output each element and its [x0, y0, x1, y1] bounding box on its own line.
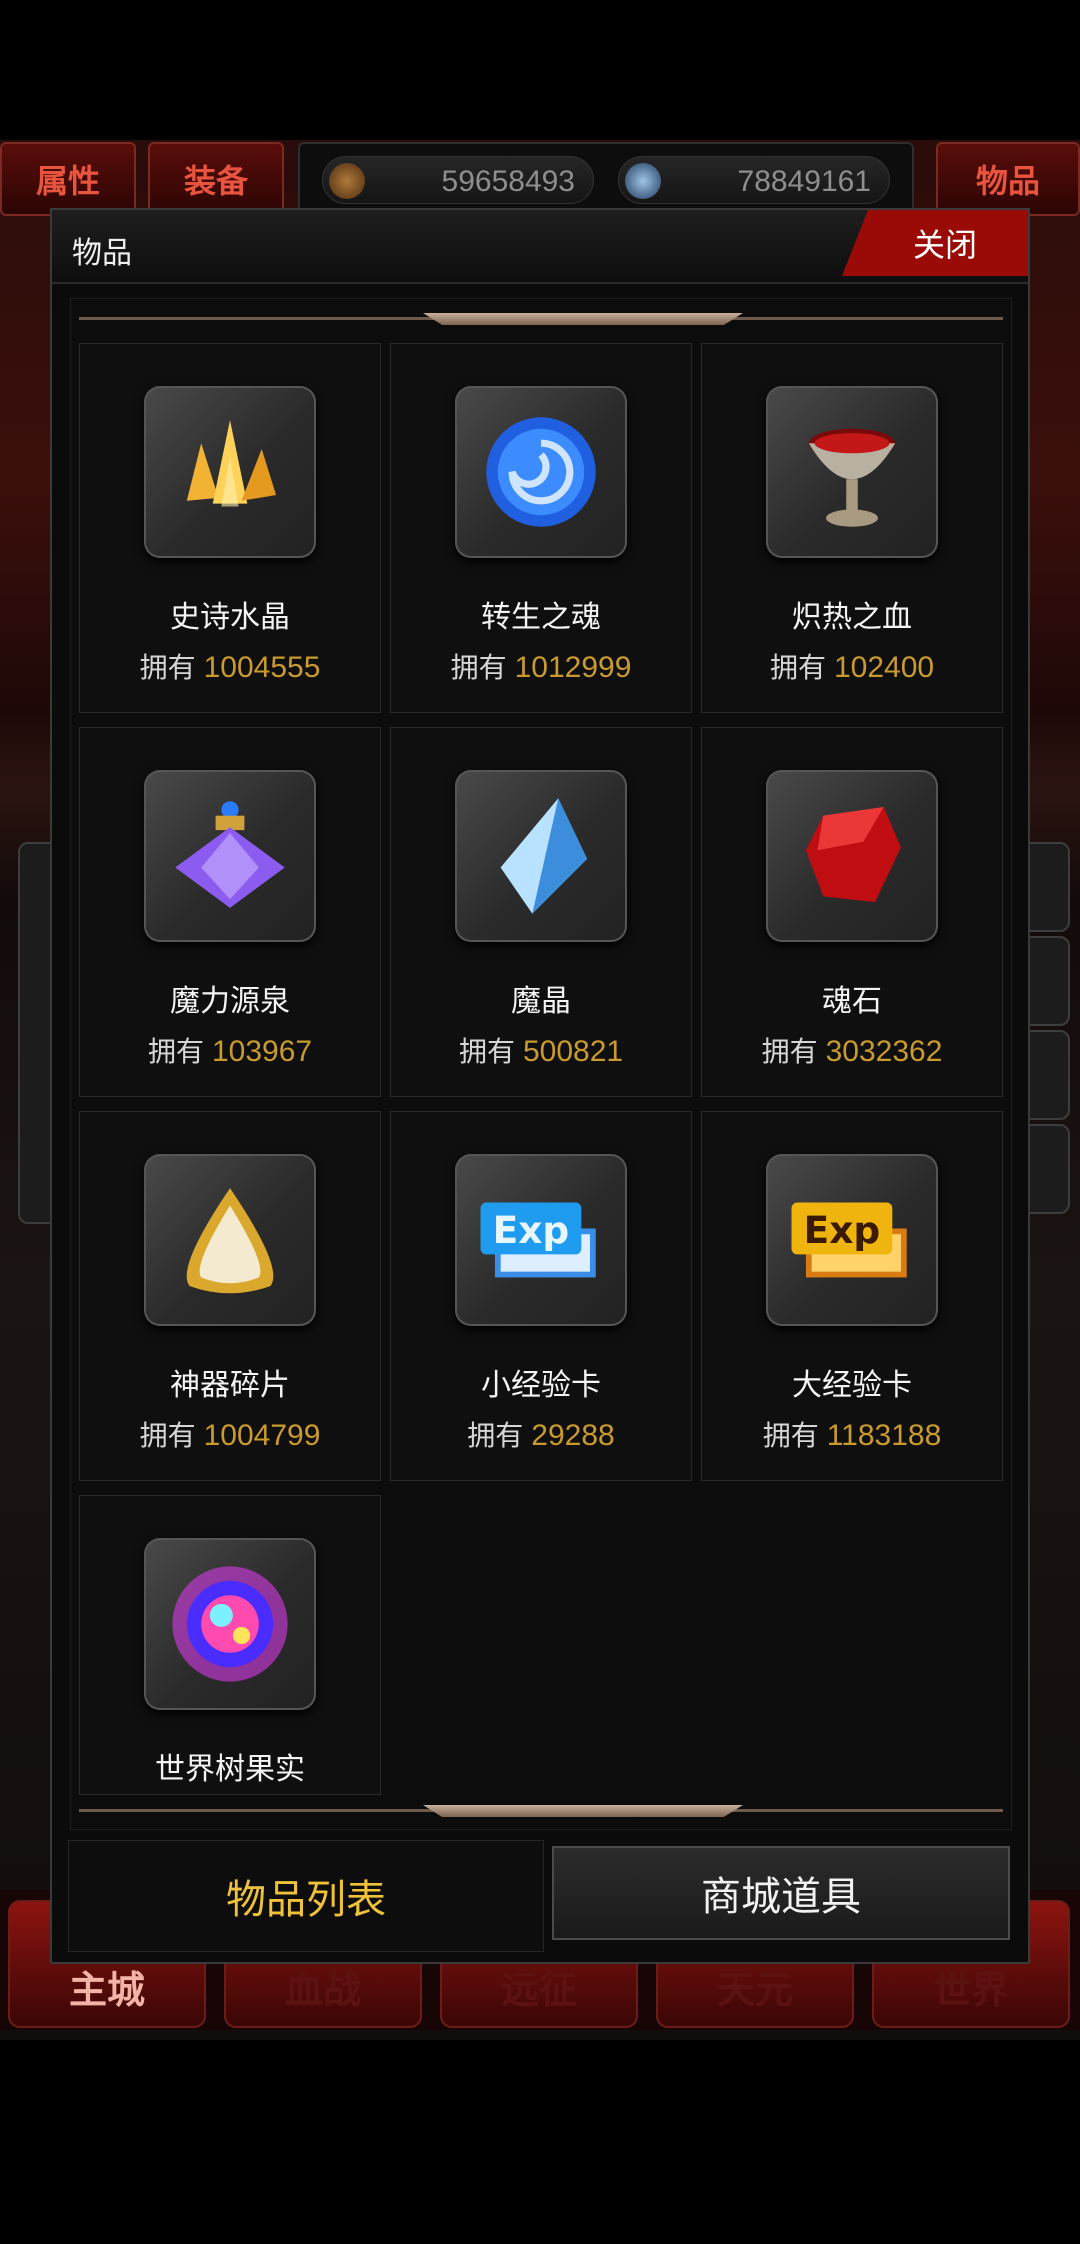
item-cell[interactable]: Exp 大经验卡 拥有 1183188: [701, 1111, 1003, 1481]
item-count: 拥有 1183188: [762, 1419, 942, 1452]
gold-currency: 59658493: [322, 156, 594, 204]
item-name: 魂石: [822, 984, 882, 1019]
item-count: 拥有 102400: [769, 651, 935, 684]
coin-icon: [329, 163, 365, 199]
item-cell[interactable]: 神器碎片 拥有 1004799: [79, 1111, 381, 1481]
blue-soul-orb-icon: [455, 386, 627, 558]
item-cell[interactable]: Exp 小经验卡 拥有 29288: [390, 1111, 692, 1481]
item-name: 魔力源泉: [170, 984, 290, 1019]
currency-bar: 59658493 78849161: [298, 142, 914, 216]
gold-amount: 59658493: [441, 165, 575, 198]
item-name: 炽热之血: [792, 600, 912, 635]
diamond-currency: 78849161: [618, 156, 890, 204]
item-count: 拥有 1012999: [450, 651, 632, 684]
item-name: 大经验卡: [792, 1368, 912, 1403]
tab-item-list[interactable]: 物品列表: [68, 1840, 544, 1952]
tab-attributes[interactable]: 属性: [0, 142, 136, 216]
item-name: 世界树果实: [155, 1752, 305, 1787]
item-name: 魔晶: [511, 984, 571, 1019]
svg-text:Exp: Exp: [804, 1208, 881, 1252]
item-name: 小经验卡: [481, 1368, 601, 1403]
item-name: 史诗水晶: [170, 600, 290, 635]
item-count: 拥有 1004555: [139, 651, 321, 684]
item-name: 转生之魂: [481, 600, 601, 635]
item-cell[interactable]: 世界树果实: [79, 1495, 381, 1795]
divider-ornament: [423, 313, 743, 325]
item-count: 拥有 3032362: [761, 1035, 943, 1068]
world-tree-fruit-icon: [144, 1538, 316, 1710]
item-cell[interactable]: 炽热之血 拥有 102400: [701, 343, 1003, 713]
item-count: 拥有 1004799: [139, 1419, 321, 1452]
item-name: 神器碎片: [170, 1368, 290, 1403]
close-button[interactable]: 关闭: [842, 210, 1028, 276]
modal-title: 物品: [72, 236, 132, 271]
item-grid-panel[interactable]: 史诗水晶 拥有 1004555 转生之魂 拥有 1012999 炽热之血 拥有 102…: [70, 298, 1012, 1830]
item-cell[interactable]: 史诗水晶 拥有 1004555: [79, 343, 381, 713]
gem-icon: [625, 163, 661, 199]
tab-shop-items[interactable]: 商城道具: [552, 1846, 1010, 1940]
large-exp-card-icon: Exp: [766, 1154, 938, 1326]
blood-chalice-icon: [766, 386, 938, 558]
diamond-amount: 78849161: [737, 165, 871, 198]
gold-crystal-icon: [144, 386, 316, 558]
item-count: 拥有 29288: [467, 1419, 615, 1452]
artifact-shard-icon: [144, 1154, 316, 1326]
tab-equipment[interactable]: 装备: [148, 142, 284, 216]
item-cell[interactable]: 魔力源泉 拥有 103967: [79, 727, 381, 1097]
red-soul-stone-icon: [766, 770, 938, 942]
items-modal: 物品 关闭 史诗水晶 拥有 1004555 转生之魂 拥有 1012999 炽热…: [50, 208, 1030, 1964]
small-exp-card-icon: Exp: [455, 1154, 627, 1326]
item-cell[interactable]: 魂石 拥有 3032362: [701, 727, 1003, 1097]
svg-text:Exp: Exp: [493, 1208, 570, 1252]
ice-crystal-icon: [455, 770, 627, 942]
purple-potion-icon: [144, 770, 316, 942]
item-cell[interactable]: 魔晶 拥有 500821: [390, 727, 692, 1097]
item-count: 拥有 500821: [458, 1035, 624, 1068]
tab-items[interactable]: 物品: [936, 142, 1080, 216]
item-cell[interactable]: 转生之魂 拥有 1012999: [390, 343, 692, 713]
item-count: 拥有 103967: [147, 1035, 313, 1068]
modal-header: 物品 关闭: [52, 210, 1028, 284]
divider-ornament: [423, 1805, 743, 1817]
